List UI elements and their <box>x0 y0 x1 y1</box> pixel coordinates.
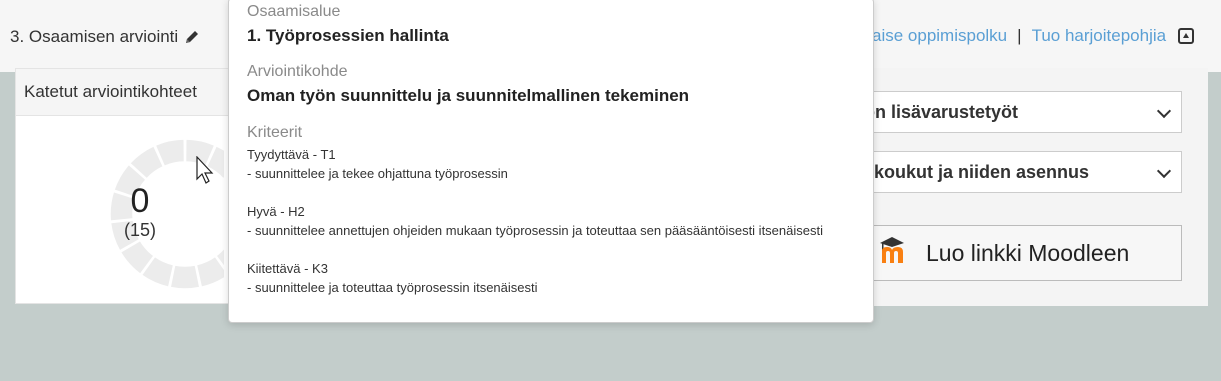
target-label: Arviointikohde <box>247 63 348 80</box>
section-title-text: 3. Osaamisen arviointi <box>10 27 179 46</box>
edit-path-link[interactable]: aise oppimispolku <box>872 26 1007 46</box>
criteria-item: Tyydyttävä - T1 - suunnittelee ja tekee … <box>247 145 855 183</box>
header-links: aise oppimispolku | Tuo harjoitepohjia <box>872 26 1195 46</box>
mouse-cursor-icon <box>196 156 214 184</box>
criteria-text: - suunnittelee ja toteuttaa työprosessin… <box>247 280 538 295</box>
section-title: 3. Osaamisen arviointi <box>10 27 200 47</box>
select-target[interactable]: kkoukut ja niiden asennus <box>860 151 1182 193</box>
pencil-icon[interactable] <box>184 29 200 45</box>
select-competence[interactable]: on lisävarustetyöt <box>860 91 1182 133</box>
import-templates-link[interactable]: Tuo harjoitepohjia <box>1032 26 1167 46</box>
donut-total: (15) <box>123 220 156 240</box>
donut-segment <box>169 264 201 290</box>
select-competence-value: on lisävarustetyöt <box>864 102 1019 122</box>
target-details-popover: Osaamisalue 1. Työprosessien hallinta Ar… <box>228 0 874 323</box>
chevron-down-icon <box>1156 103 1172 119</box>
criteria-item: Hyvä - H2 - suunnittelee annettujen ohje… <box>247 202 855 240</box>
criteria-level: Tyydyttävä - T1 <box>247 147 336 162</box>
collapse-icon[interactable] <box>1178 28 1195 44</box>
criteria-text: - suunnittelee annettujen ohjeiden mukaa… <box>247 223 823 238</box>
area-value: 1. Työprosessien hallinta <box>247 26 449 45</box>
moodle-logo-icon <box>878 235 914 271</box>
select-target-value: kkoukut ja niiden asennus <box>864 162 1090 182</box>
criteria-list: Tyydyttävä - T1 - suunnittelee ja tekee … <box>247 145 855 297</box>
create-moodle-link-button[interactable]: Luo linkki Moodleen <box>860 225 1182 281</box>
criteria-level: Kiitettävä - K3 <box>247 261 328 276</box>
criteria-level: Hyvä - H2 <box>247 204 305 219</box>
criteria-label: Kriteerit <box>247 124 303 141</box>
donut-value: 0 <box>130 182 150 220</box>
area-label: Osaamisalue <box>247 3 341 20</box>
criteria-item: Kiitettävä - K3 - suunnittelee ja toteut… <box>247 259 855 297</box>
criteria-text: - suunnittelee ja tekee ohjattuna työpro… <box>247 166 508 181</box>
link-separator: | <box>1017 26 1022 45</box>
create-moodle-link-label: Luo linkki Moodleen <box>926 239 1130 266</box>
target-value: Oman työn suunnittelu ja suunnitelmallin… <box>247 86 690 105</box>
chevron-down-icon <box>1156 163 1172 179</box>
